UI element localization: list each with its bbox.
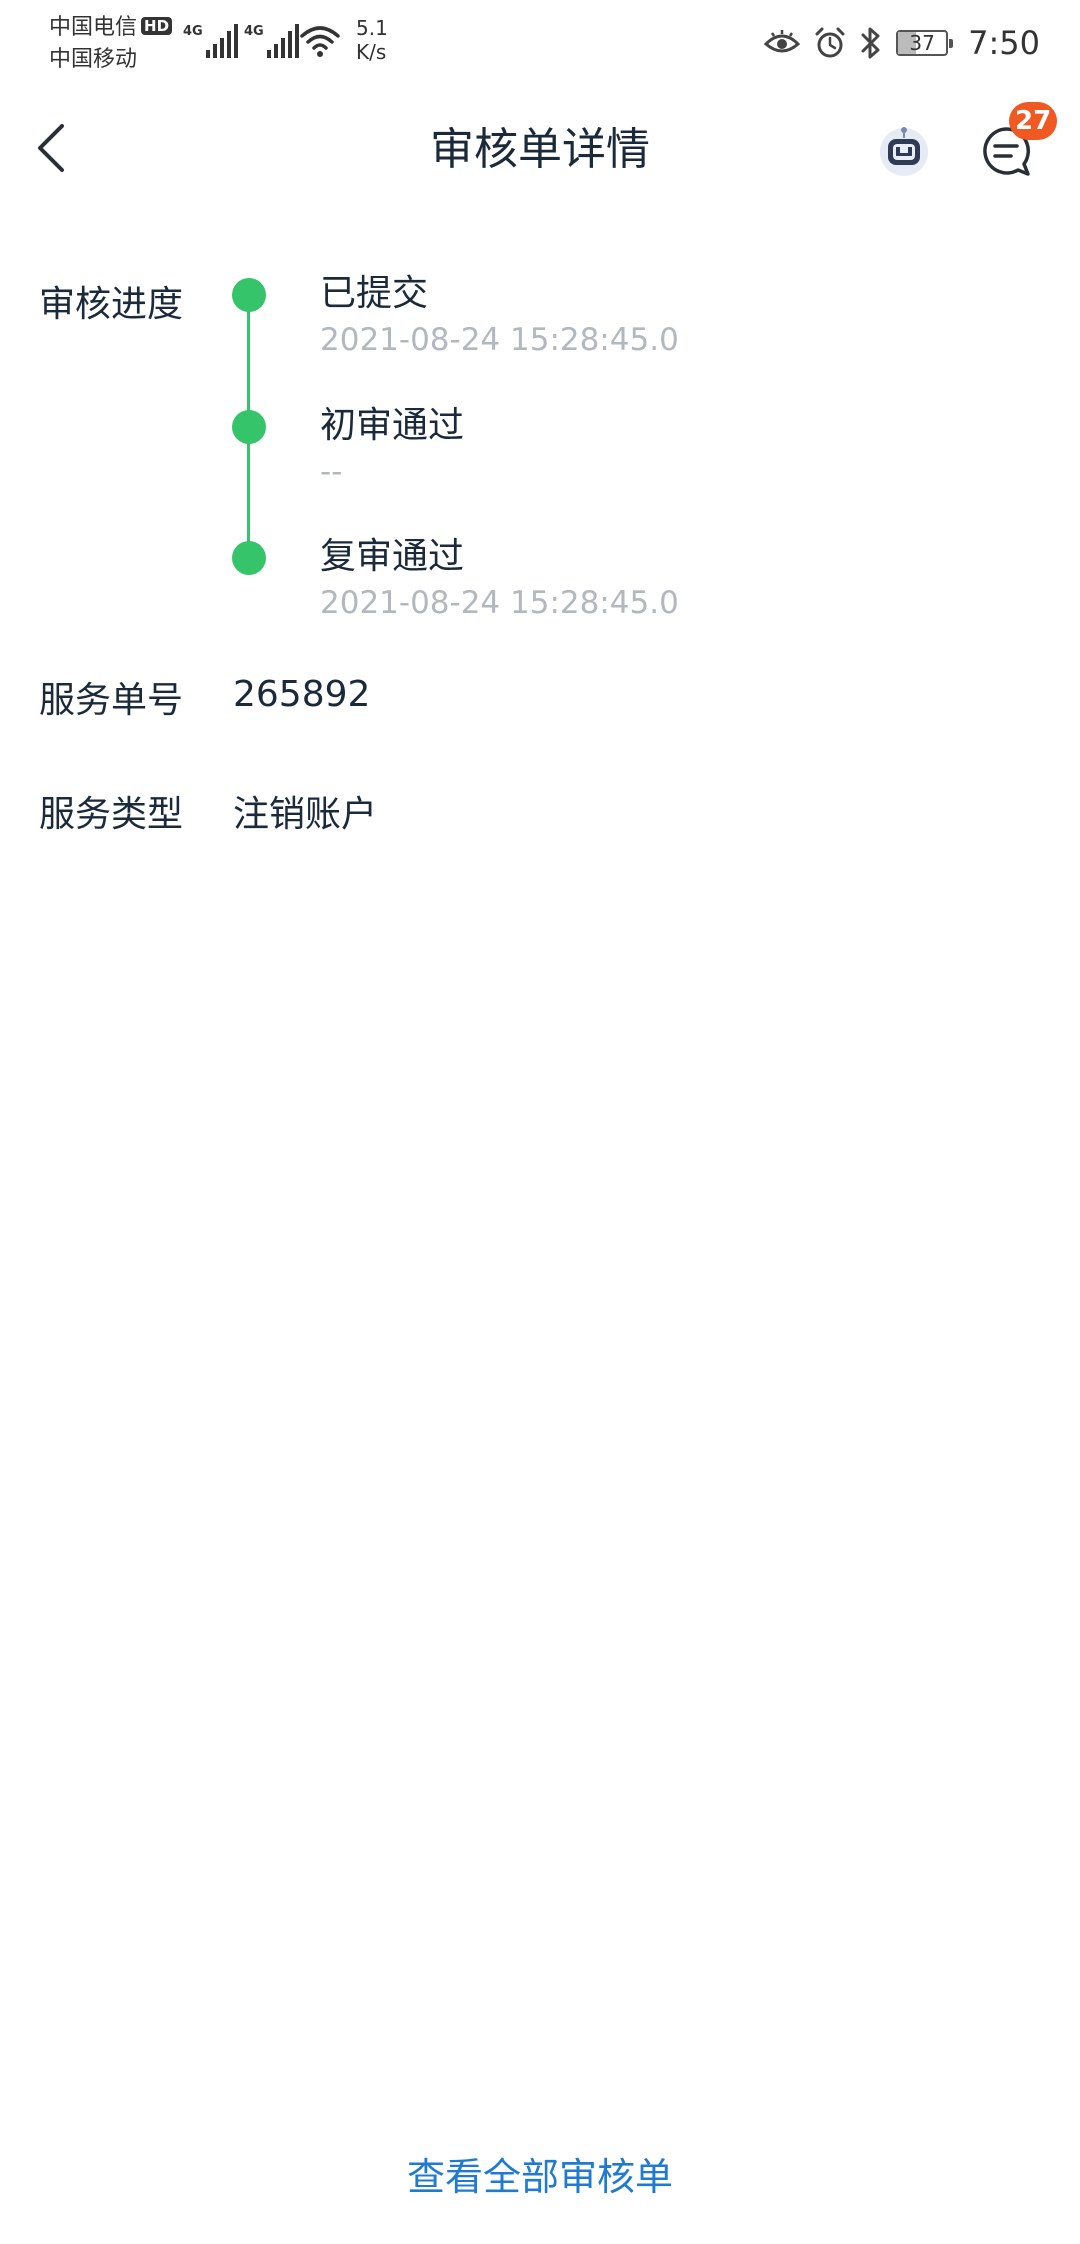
robot-assistant-icon — [880, 127, 928, 176]
battery-icon: 37 — [896, 30, 954, 56]
carrier-2-label: 中国移动 — [49, 47, 138, 72]
bluetooth-icon — [861, 27, 880, 59]
service-type-value: 注销账户 — [233, 794, 378, 835]
carrier-info: 中国电信 HD 中国移动 — [49, 12, 173, 76]
network-1-label: 4G — [183, 24, 203, 39]
service-number-label: 服务单号 — [39, 680, 184, 721]
status-right-group: 37 7:50 — [764, 18, 1040, 68]
hd-badge: HD — [141, 17, 173, 35]
robot-assistant-button[interactable] — [876, 122, 932, 178]
status-clock: 7:50 — [968, 24, 1040, 62]
service-type-label: 服务类型 — [39, 794, 184, 835]
timeline-dot-3 — [232, 541, 266, 575]
eye-comfort-icon — [764, 30, 801, 53]
service-number-value: 265892 — [233, 674, 371, 715]
timeline-dot-2 — [232, 410, 266, 444]
progress-label: 审核进度 — [39, 284, 184, 325]
timeline-dot-1 — [232, 278, 266, 312]
step-2-time: -- — [320, 454, 343, 490]
nav-header: 审核单详情 27 — [0, 86, 1080, 216]
message-count-badge: 27 — [1009, 102, 1058, 140]
step-1-title: 已提交 — [320, 273, 429, 314]
step-1-time: 2021-08-24 15:28:45.0 — [320, 322, 679, 358]
network-speed: 5.1 K/s — [356, 16, 388, 64]
carrier-1-label: 中国电信 — [49, 15, 138, 40]
step-3-time: 2021-08-24 15:28:45.0 — [320, 585, 679, 621]
signal-bars-icon — [205, 24, 238, 58]
network-2-label: 4G — [244, 24, 264, 39]
battery-percent: 37 — [909, 31, 935, 55]
signal-1-indicator: 4G — [183, 22, 238, 58]
signal-2-indicator: 4G — [244, 22, 299, 58]
net-speed-value: 5.1 — [356, 16, 388, 40]
wifi-icon — [300, 26, 340, 57]
signal-bars-icon — [266, 24, 299, 58]
step-2-title: 初审通过 — [320, 405, 465, 446]
net-speed-unit: K/s — [356, 40, 387, 64]
status-bar: 中国电信 HD 中国移动 4G 4G 5.1 K/s 37 7:50 — [0, 0, 1080, 86]
alarm-clock-icon — [815, 27, 845, 58]
step-3-title: 复审通过 — [320, 536, 465, 577]
view-all-reviews-link[interactable]: 查看全部审核单 — [0, 2150, 1080, 2204]
